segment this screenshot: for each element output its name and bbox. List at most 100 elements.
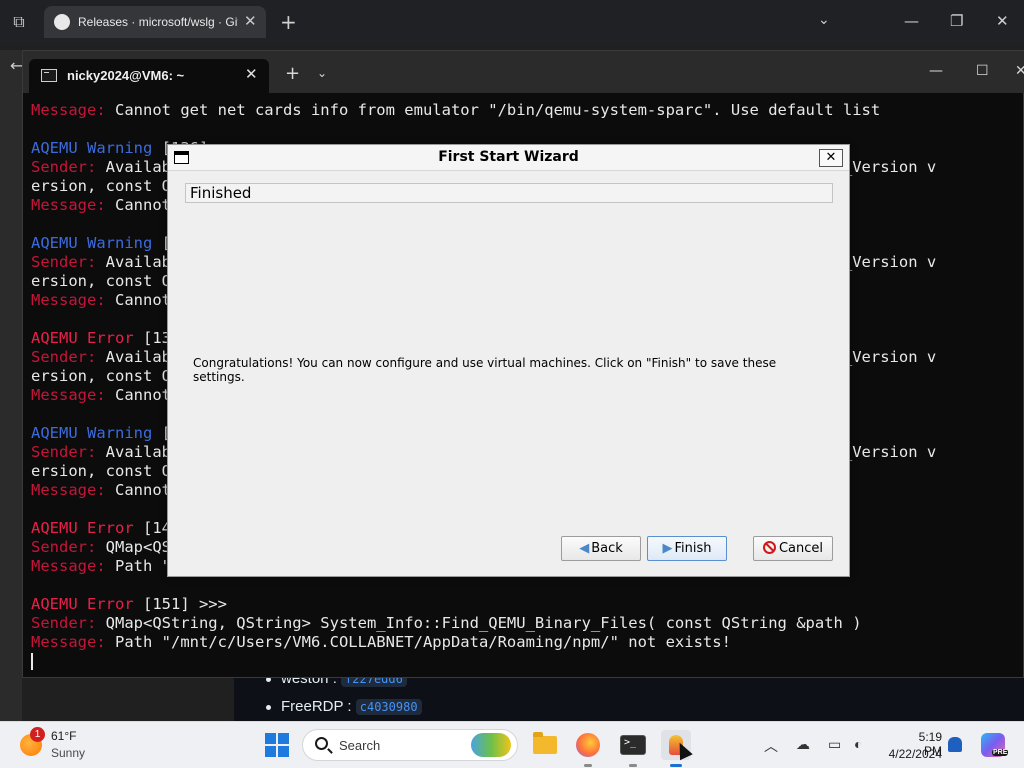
terminal-line: Message: Path "/mnt/c/Users/VM6.COLLABNE…: [31, 633, 731, 652]
terminal-line: ersion, const Q: [31, 272, 171, 291]
tab-actions-icon[interactable]: ⧉: [8, 12, 30, 34]
browser-page-edge: [0, 50, 22, 722]
network-volume-icon[interactable]: ◐: [854, 736, 862, 752]
display-icon[interactable]: ▭: [828, 736, 841, 753]
github-icon: [54, 14, 70, 30]
browser-tab-list-button[interactable]: ⌄: [818, 12, 830, 28]
terminal-line: Message: Cannot: [31, 196, 171, 215]
terminal-text: QMap<QString, QString> System_Info::Find…: [105, 614, 862, 632]
browser-close-button[interactable]: ✕: [996, 12, 1009, 30]
terminal-text: Message:: [31, 481, 115, 499]
cancel-button[interactable]: Cancel: [753, 536, 833, 561]
terminal-text: ersion, const Q: [31, 367, 171, 385]
search-placeholder: Search: [339, 738, 381, 753]
cloud-offline-icon[interactable]: ☁: [796, 736, 810, 753]
wizard-message: Congratulations! You can now configure a…: [193, 356, 777, 384]
text-cursor: [31, 653, 33, 670]
terminal-text: ersion, const Q: [31, 462, 171, 480]
terminal-button[interactable]: [618, 730, 648, 760]
list-item: FreeRDP : c4030980: [266, 698, 422, 715]
terminal-text: Message:: [31, 196, 115, 214]
cancel-icon: [762, 541, 776, 554]
browser-tab[interactable]: Releases · microsoft/wslg · GitHub ✕: [44, 6, 266, 38]
terminal-line: Message: Path ": [31, 557, 171, 576]
dialog-title-bar[interactable]: First Start Wizard ✕: [168, 145, 849, 171]
browser-new-tab-button[interactable]: +: [280, 10, 297, 34]
terminal-text: Message:: [31, 101, 115, 119]
show-hidden-icons-button[interactable]: ︿: [764, 736, 778, 756]
wizard-page-header: Finished: [185, 183, 833, 203]
terminal-text: [14: [133, 519, 171, 537]
active-indicator: [670, 764, 682, 767]
terminal-line: ersion, const Q: [31, 367, 171, 386]
clock-date[interactable]: 4/22/2024: [884, 747, 942, 761]
weather-condition[interactable]: Sunny: [51, 746, 85, 760]
terminal-dropdown-button[interactable]: ⌄: [317, 66, 327, 80]
terminal-line: ersion, const Q: [31, 462, 171, 481]
dialog-close-button[interactable]: ✕: [819, 149, 843, 167]
taskbar-search-box[interactable]: Search: [302, 729, 518, 761]
browser-window-controls: — ❐ ✕: [874, 0, 1024, 46]
terminal-tab[interactable]: nicky2024@VM6: ~ ✕: [29, 59, 269, 93]
terminal-text: Sender:: [31, 158, 106, 176]
back-button[interactable]: ◀ Back: [561, 536, 641, 561]
terminal-text: Message:: [31, 557, 115, 575]
commit-link[interactable]: c4030980: [355, 699, 422, 715]
terminal-text: Sender:: [31, 253, 106, 271]
terminal-text: Path "/mnt/c/Users/VM6.COLLABNET/AppData…: [115, 633, 731, 651]
first-start-wizard-dialog: First Start Wizard ✕ Finished Congratula…: [167, 144, 850, 577]
terminal-text: ersion, const Q: [31, 177, 171, 195]
terminal-minimize-button[interactable]: —: [929, 63, 943, 79]
terminal-line: Sender: QMap<QString, QString> System_In…: [31, 614, 862, 633]
terminal-text: [151] >>>: [133, 595, 227, 613]
list-item-label: FreeRDP :: [281, 698, 352, 715]
terminal-text: ersion, const Q: [31, 272, 171, 290]
terminal-text: Sender:: [31, 538, 106, 556]
terminal-text: Sender:: [31, 443, 106, 461]
terminal-tab-close-icon[interactable]: ✕: [245, 65, 258, 83]
browser-restore-button[interactable]: ❐: [950, 12, 963, 30]
terminal-line: Message: Cannot get net cards info from …: [31, 101, 880, 120]
copilot-preview-badge: PRE: [992, 749, 1009, 756]
notification-bell-icon[interactable]: [948, 737, 962, 752]
weather-temperature[interactable]: 61°F: [51, 729, 76, 743]
arrow-right-icon: ▶: [662, 541, 673, 556]
terminal-text: AQEMU Warning: [31, 424, 153, 442]
terminal-prompt-line: [31, 652, 33, 671]
browser-minimize-button[interactable]: —: [904, 12, 919, 30]
terminal-text: AQEMU Error: [31, 519, 134, 537]
terminal-line: AQEMU Error [13: [31, 329, 171, 348]
terminal-text: Sender:: [31, 348, 106, 366]
firefox-icon: [576, 733, 600, 757]
folder-icon: [533, 732, 557, 754]
start-button[interactable]: [265, 733, 289, 757]
finish-button[interactable]: ▶ Finish: [647, 536, 727, 561]
terminal-line: Sender: QMap<QS: [31, 538, 171, 557]
search-icon: [315, 737, 328, 750]
terminal-text: QMap<QS: [105, 538, 171, 556]
terminal-icon: [41, 69, 57, 82]
terminal-text: AQEMU Warning: [31, 234, 153, 252]
terminal-line: Message: Cannot: [31, 386, 171, 405]
file-explorer-button[interactable]: [530, 730, 560, 760]
firefox-button[interactable]: [573, 730, 603, 760]
terminal-text: AQEMU Warning: [31, 139, 153, 157]
terminal-text: AQEMU Error: [31, 329, 134, 347]
running-indicator: [584, 764, 592, 767]
terminal-maximize-button[interactable]: ☐: [976, 63, 989, 79]
terminal-text: Cannot: [115, 196, 171, 214]
browser-title-bar: ⧉ Releases · microsoft/wslg · GitHub ✕ +…: [0, 0, 1024, 46]
browser-tab-close-icon[interactable]: ✕: [244, 12, 257, 30]
terminal-line: AQEMU Warning [: [31, 424, 171, 443]
terminal-close-button[interactable]: ✕: [1015, 63, 1024, 79]
terminal-text: Sender:: [31, 614, 106, 632]
bullet-icon: [266, 704, 271, 710]
terminal-text: AQEMU Error: [31, 595, 134, 613]
terminal-icon: [620, 735, 646, 755]
terminal-tab-title: nicky2024@VM6: ~: [67, 68, 185, 83]
dialog-title: First Start Wizard: [438, 149, 579, 165]
terminal-line: ersion, const Q: [31, 177, 171, 196]
terminal-new-tab-button[interactable]: +: [285, 63, 300, 84]
terminal-text: Message:: [31, 633, 115, 651]
taskbar: 1 61°F Sunny Search ︿ ☁ ▭ ◐ 5:19 PM 4/22…: [0, 721, 1024, 768]
